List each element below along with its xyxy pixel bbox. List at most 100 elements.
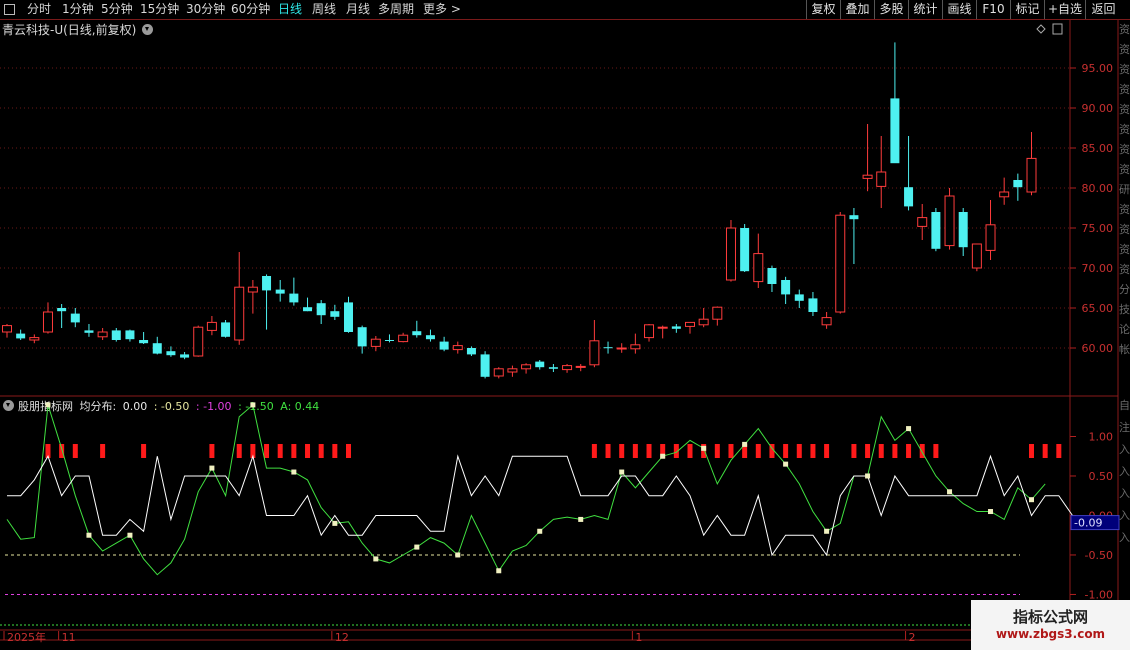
candle [589, 320, 600, 368]
candle [452, 341, 463, 354]
candle [70, 308, 80, 328]
right-strip-char: 资 [1119, 43, 1130, 56]
candle-body [97, 331, 108, 338]
candle-body [370, 338, 381, 347]
candle-body [535, 361, 545, 368]
indicator-marker [209, 465, 215, 471]
signal-bar [933, 444, 939, 458]
candle [42, 302, 53, 334]
candle-body [193, 326, 204, 357]
right-strip-char: 资 [1119, 163, 1130, 176]
signal-bar [100, 444, 106, 458]
candle [971, 243, 982, 272]
candle-body [616, 347, 627, 350]
candle-body [753, 253, 764, 283]
candle-body [84, 330, 94, 333]
candle [657, 325, 668, 339]
candle [139, 332, 149, 344]
candle [97, 328, 108, 340]
candle-body [1026, 157, 1037, 193]
price-tick-label: 85.00 [1082, 142, 1114, 155]
indicator-tick-label: -0.50 [1085, 549, 1113, 562]
candle [330, 304, 340, 320]
candle [316, 300, 326, 324]
signal-bar [619, 444, 625, 458]
signal-bar [892, 444, 898, 458]
candle [16, 329, 26, 340]
candle [917, 204, 928, 240]
date-label: 2 [909, 631, 916, 644]
signal-bar [646, 444, 652, 458]
signal-bar [810, 444, 816, 458]
candle [890, 42, 900, 164]
indicator-marker [1029, 497, 1034, 503]
candle [725, 220, 736, 282]
indicator-marker [865, 473, 871, 479]
signal-bar [687, 444, 693, 458]
indicator-marker [496, 568, 502, 574]
signal-bar [305, 444, 311, 458]
signal-bar [605, 444, 611, 458]
watermark: 指标公式网 www.zbgs3.com [971, 600, 1130, 650]
signal-bar [714, 444, 720, 458]
candle [985, 200, 996, 260]
candle-body [985, 224, 996, 251]
candle-body [303, 307, 313, 312]
indicator-marker [824, 528, 830, 534]
candle [562, 364, 573, 373]
candle-body [316, 303, 326, 316]
signal-bar [728, 444, 734, 458]
candle-body [849, 215, 859, 220]
indicator-marker [45, 402, 51, 408]
candle-body [262, 276, 272, 291]
signal-bar [632, 444, 638, 458]
indicator-marker [742, 441, 748, 447]
indicator-marker [414, 544, 420, 550]
right-strip-char: 论 [1119, 323, 1130, 336]
indicator-marker [619, 469, 625, 475]
candle [439, 336, 449, 352]
right-strip-char: 资 [1119, 63, 1130, 76]
candle-body [725, 227, 736, 281]
right-strip-char-lower: 入 [1119, 443, 1130, 456]
candle [521, 363, 532, 374]
right-strip-char: 资 [1119, 143, 1130, 156]
candle-body [398, 334, 409, 343]
candle [862, 124, 873, 192]
candle [344, 296, 353, 333]
indicator-marker [701, 445, 707, 451]
candle-body [439, 341, 449, 350]
price-tick-label: 90.00 [1082, 102, 1114, 115]
candle [29, 334, 40, 344]
right-strip-char-lower: 入 [1119, 509, 1130, 522]
candle-body [644, 324, 655, 339]
candle-body [521, 364, 532, 370]
date-label: 2025年 [7, 630, 46, 644]
candle-body [480, 354, 490, 377]
candle-body [221, 322, 231, 337]
candle [931, 208, 941, 252]
indicator-tick-label: 0.50 [1089, 470, 1114, 483]
indicator-marker [988, 509, 994, 515]
candle [111, 328, 121, 342]
candle [180, 352, 190, 360]
signal-bar [141, 444, 147, 458]
candle-body [29, 337, 40, 341]
candle-body [999, 191, 1010, 198]
candle-body [206, 321, 217, 331]
candle-body [944, 195, 955, 247]
candle-body [247, 286, 258, 293]
indicator-line-green [6, 403, 1046, 576]
candle-body [493, 368, 504, 377]
candle [958, 208, 968, 256]
candle-body [671, 326, 681, 329]
signal-bar [1042, 444, 1048, 458]
signal-bar [755, 444, 761, 458]
candle-body [111, 330, 121, 340]
signal-bar [851, 444, 857, 458]
candle [767, 265, 777, 292]
candle [535, 360, 545, 370]
chart-canvas[interactable]: 60.00 65.00 70.00 75.00 80.00 85.00 90.00 95.00… [0, 0, 1130, 650]
candle [2, 324, 12, 338]
candle-body [125, 330, 135, 340]
